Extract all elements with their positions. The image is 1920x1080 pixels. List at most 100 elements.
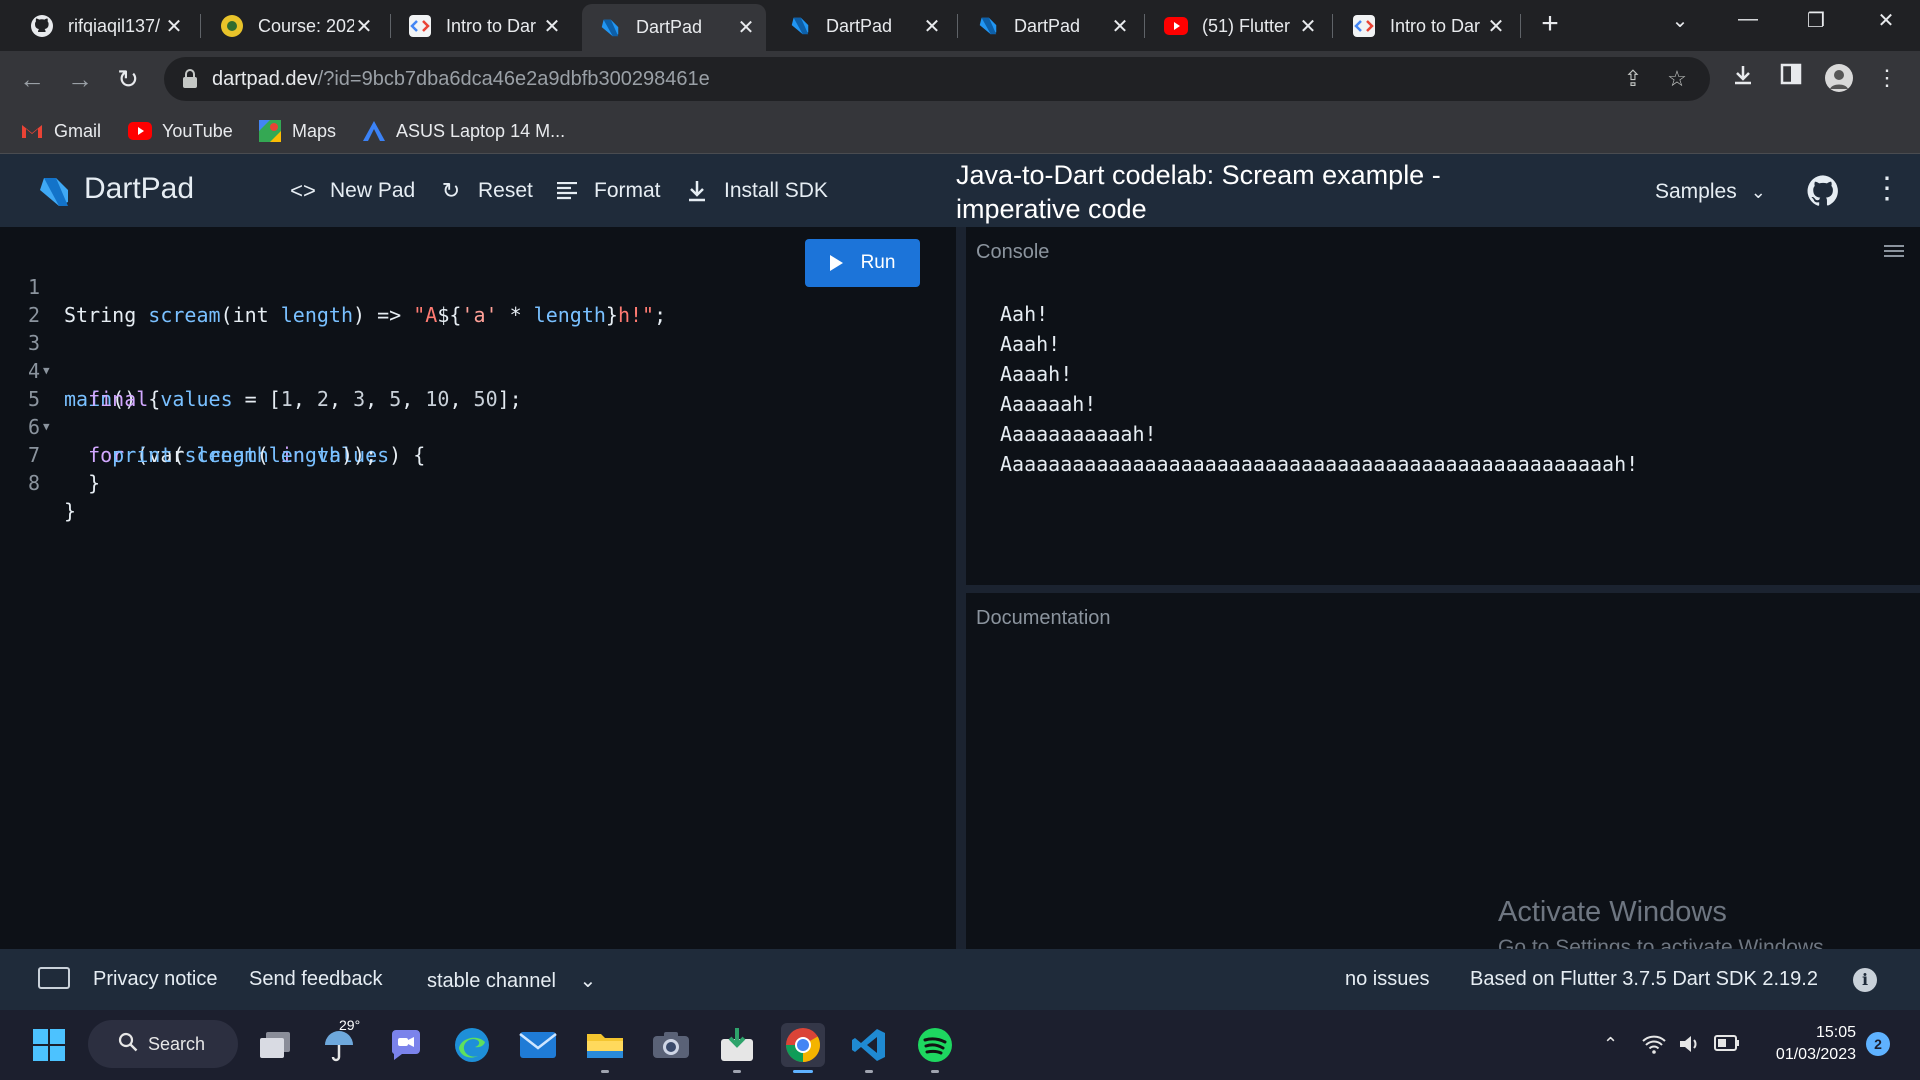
channel-dropdown[interactable]: stable channel ⌄ bbox=[427, 968, 596, 993]
close-tab-icon[interactable]: ✕ bbox=[1110, 14, 1130, 39]
running-indicator bbox=[601, 1070, 609, 1073]
close-tab-icon[interactable]: ✕ bbox=[542, 14, 562, 39]
clock-date: 01/03/2023 bbox=[1775, 1046, 1856, 1063]
lock-icon bbox=[182, 69, 200, 89]
browser-tab[interactable]: Intro to Dar ✕ bbox=[1336, 4, 1516, 48]
tab-separator bbox=[1332, 14, 1333, 38]
browser-tab[interactable]: rifqiaqil137/ ✕ bbox=[14, 4, 194, 48]
close-tab-icon[interactable]: ✕ bbox=[1486, 14, 1506, 39]
panel-splitter[interactable] bbox=[966, 585, 1920, 593]
show-hidden-icons-icon[interactable]: ⌃ bbox=[1603, 1034, 1618, 1055]
camera-icon[interactable] bbox=[649, 1023, 693, 1067]
vscode-icon[interactable] bbox=[847, 1023, 891, 1073]
run-button[interactable]: Run bbox=[805, 239, 920, 287]
browser-tab[interactable]: DartPad ✕ bbox=[960, 4, 1140, 48]
app-name[interactable]: DartPad bbox=[84, 172, 194, 206]
side-panel-icon[interactable] bbox=[1776, 63, 1806, 93]
active-indicator bbox=[793, 1070, 813, 1073]
volume-icon[interactable] bbox=[1678, 1034, 1702, 1059]
more-options-icon[interactable]: ⋮ bbox=[1872, 174, 1902, 208]
editor-splitter[interactable] bbox=[956, 227, 966, 949]
close-tab-icon[interactable]: ✕ bbox=[736, 15, 756, 40]
bookmark-item[interactable]: Gmail bbox=[20, 116, 101, 146]
issues-status: no issues bbox=[1345, 968, 1430, 990]
version-info: Based on Flutter 3.7.5 Dart SDK 2.19.2 bbox=[1470, 968, 1818, 990]
forward-arrow-icon[interactable]: → bbox=[64, 63, 96, 95]
tab-separator bbox=[957, 14, 958, 38]
send-feedback-link[interactable]: Send feedback bbox=[249, 968, 382, 991]
share-icon[interactable]: ⇪ bbox=[1620, 66, 1646, 92]
system-clock[interactable]: 15:05 01/03/2023 bbox=[1762, 1022, 1856, 1066]
file-explorer-icon[interactable] bbox=[583, 1023, 627, 1073]
bookmark-star-icon[interactable]: ☆ bbox=[1664, 66, 1690, 92]
browser-menu-icon[interactable]: ⋮ bbox=[1872, 63, 1902, 93]
code-text: } bbox=[64, 499, 77, 523]
code-line: 4 final values = [1, 2, 3, 5, 10, 50]; bbox=[0, 329, 940, 411]
close-tab-icon[interactable]: ✕ bbox=[1298, 14, 1318, 39]
tab-title: Intro to Dar bbox=[1390, 15, 1481, 36]
address-bar[interactable]: dartpad.dev/?id=9bcb7dba6dca46e2a9dbfb30… bbox=[164, 57, 1710, 101]
dartpad-header: DartPad <> New Pad ↻ Reset Format Instal… bbox=[0, 154, 1920, 227]
bookmarks-bar: Gmail YouTube Maps ASUS Laptop 14 M... bbox=[0, 108, 1920, 154]
install-sdk-label: Install SDK bbox=[724, 179, 828, 202]
bookmark-item[interactable]: Maps bbox=[258, 116, 336, 146]
install-sdk-button[interactable]: Install SDK bbox=[684, 178, 828, 204]
profile-avatar[interactable] bbox=[1824, 63, 1854, 93]
weather-icon[interactable]: 29° bbox=[317, 1017, 361, 1067]
code-editor[interactable]: 1 String scream(int length) => "A${'a' *… bbox=[0, 227, 956, 949]
tab-search-icon[interactable]: ⌄ bbox=[1660, 8, 1700, 33]
notification-badge[interactable]: 2 bbox=[1866, 1032, 1890, 1056]
new-pad-button[interactable]: <> New Pad bbox=[290, 178, 415, 204]
new-tab-button[interactable]: + bbox=[1536, 9, 1564, 39]
mail-icon[interactable] bbox=[516, 1023, 560, 1067]
console-line: Aaaaaaaaaaah! bbox=[1000, 422, 1157, 446]
youtube-icon bbox=[128, 119, 152, 143]
bookmark-label: ASUS Laptop 14 M... bbox=[396, 120, 566, 141]
clear-console-icon[interactable] bbox=[1884, 243, 1904, 266]
edge-icon[interactable] bbox=[450, 1023, 494, 1067]
play-icon bbox=[829, 255, 843, 271]
browser-tab-strip: rifqiaqil137/ ✕ Course: 202 ✕ Intro to D… bbox=[0, 0, 1920, 51]
restore-icon[interactable]: ❐ bbox=[1796, 8, 1836, 33]
run-label: Run bbox=[860, 252, 896, 273]
browser-toolbar: ← → ↻ dartpad.dev/?id=9bcb7dba6dca46e2a9… bbox=[0, 51, 1920, 108]
format-button[interactable]: Format bbox=[554, 178, 661, 204]
browser-tab[interactable]: (51) Flutter ✕ bbox=[1148, 4, 1328, 48]
browser-tab[interactable]: Intro to Dar ✕ bbox=[392, 4, 572, 48]
browser-tab-active[interactable]: DartPad ✕ bbox=[582, 4, 766, 51]
github-icon[interactable] bbox=[1806, 174, 1840, 208]
taskbar-search[interactable]: Search bbox=[88, 1020, 238, 1068]
download-icon[interactable] bbox=[1728, 63, 1758, 93]
dart-logo-icon[interactable] bbox=[36, 174, 72, 210]
bookmark-item[interactable]: ASUS Laptop 14 M... bbox=[362, 116, 565, 146]
reload-icon[interactable]: ↻ bbox=[112, 63, 144, 95]
tab-title: Intro to Dar bbox=[446, 15, 537, 36]
bookmark-item[interactable]: YouTube bbox=[128, 116, 233, 146]
console-line: Aah! bbox=[1000, 302, 1049, 326]
wifi-icon[interactable] bbox=[1642, 1034, 1666, 1059]
search-label: Search bbox=[148, 1033, 206, 1054]
spotify-icon[interactable] bbox=[913, 1023, 957, 1073]
back-arrow-icon[interactable]: ← bbox=[16, 63, 48, 95]
close-tab-icon[interactable]: ✕ bbox=[922, 14, 942, 39]
reset-button[interactable]: ↻ Reset bbox=[438, 178, 533, 204]
chat-icon[interactable] bbox=[384, 1023, 428, 1067]
minimize-icon[interactable]: — bbox=[1728, 8, 1768, 31]
info-icon[interactable]: i bbox=[1853, 968, 1877, 992]
samples-dropdown[interactable]: Samples ⌄ bbox=[1655, 180, 1766, 204]
chrome-icon[interactable] bbox=[781, 1023, 825, 1073]
tab-separator bbox=[1144, 14, 1145, 38]
browser-tab[interactable]: Course: 202 ✕ bbox=[204, 4, 384, 48]
close-window-icon[interactable]: ✕ bbox=[1866, 8, 1906, 33]
task-view-icon[interactable] bbox=[253, 1023, 297, 1067]
bookmark-label: YouTube bbox=[162, 120, 233, 141]
keyboard-icon[interactable] bbox=[38, 967, 70, 989]
close-tab-icon[interactable]: ✕ bbox=[354, 14, 374, 39]
code-line: 6 print(scream(length)); bbox=[0, 385, 940, 467]
windows-start-icon[interactable] bbox=[27, 1023, 71, 1067]
close-tab-icon[interactable]: ✕ bbox=[164, 14, 184, 39]
battery-icon[interactable] bbox=[1714, 1034, 1740, 1057]
privacy-notice-link[interactable]: Privacy notice bbox=[93, 968, 218, 991]
installer-icon[interactable] bbox=[715, 1023, 759, 1073]
browser-tab[interactable]: DartPad ✕ bbox=[772, 4, 952, 48]
